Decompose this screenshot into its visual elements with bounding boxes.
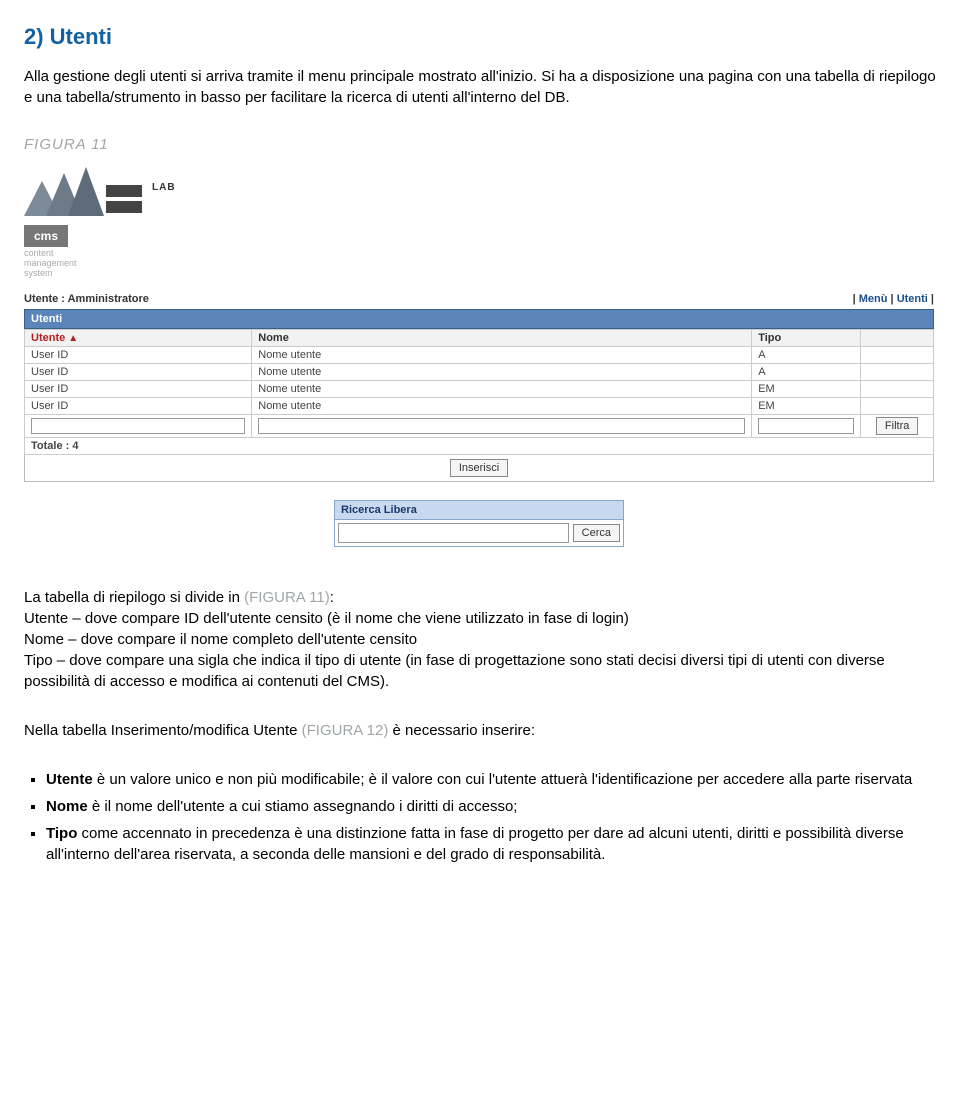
nav-utenti-link[interactable]: Utenti	[897, 293, 928, 305]
figure-11-label: FIGURA 11	[24, 136, 936, 153]
table-row[interactable]: User ID Nome utente EM	[25, 397, 934, 414]
current-user: Utente : Amministratore	[24, 293, 149, 305]
list-item: Tipo come accennato in precedenza è una …	[46, 823, 936, 865]
search-panel-title: Ricerca Libera	[334, 500, 624, 519]
nav-menu-link[interactable]: Menù	[859, 293, 888, 305]
sort-asc-icon: ▲	[68, 333, 78, 344]
free-search-panel: Ricerca Libera Cerca	[334, 500, 624, 547]
col-nome-header[interactable]: Nome	[252, 329, 752, 346]
filter-nome-input[interactable]	[258, 418, 745, 434]
cms-subtitle: content management system	[24, 249, 934, 279]
search-input[interactable]	[338, 523, 569, 543]
table-row[interactable]: User ID Nome utente EM	[25, 380, 934, 397]
search-button[interactable]: Cerca	[573, 524, 620, 542]
section-heading: 2) Utenti	[24, 24, 936, 50]
users-table: Utente ▲ Nome Tipo User ID Nome utente A…	[24, 329, 934, 455]
panel-title-utenti: Utenti	[24, 309, 934, 329]
table-explain-paragraph: La tabella di riepilogo si divide in (FI…	[24, 587, 936, 692]
field-bullet-list: Utente è un valore unico e non più modif…	[46, 769, 936, 865]
table-row[interactable]: User ID Nome utente A	[25, 363, 934, 380]
filter-tipo-input[interactable]	[758, 418, 854, 434]
col-utente-header[interactable]: Utente	[31, 332, 65, 344]
filter-utente-input[interactable]	[31, 418, 245, 434]
list-item: Nome è il nome dell'utente a cui stiamo …	[46, 796, 936, 817]
table-row[interactable]: User ID Nome utente A	[25, 346, 934, 363]
list-item: Utente è un valore unico e non più modif…	[46, 769, 936, 790]
screenshot-figure-11: LAB cms content management system Utente…	[24, 161, 934, 547]
insert-table-intro: Nella tabella Inserimento/modifica Utent…	[24, 720, 936, 741]
intro-paragraph: Alla gestione degli utenti si arriva tra…	[24, 66, 936, 108]
filter-button[interactable]: Filtra	[876, 417, 918, 435]
total-count: Totale : 4	[25, 437, 934, 454]
insert-button[interactable]: Inserisci	[450, 459, 508, 477]
web-logo-icon	[24, 161, 144, 221]
top-nav: | Menù | Utenti |	[853, 293, 934, 305]
col-tipo-header[interactable]: Tipo	[752, 329, 861, 346]
cms-badge: cms	[24, 225, 68, 247]
logo-lab-text: LAB	[152, 182, 176, 193]
